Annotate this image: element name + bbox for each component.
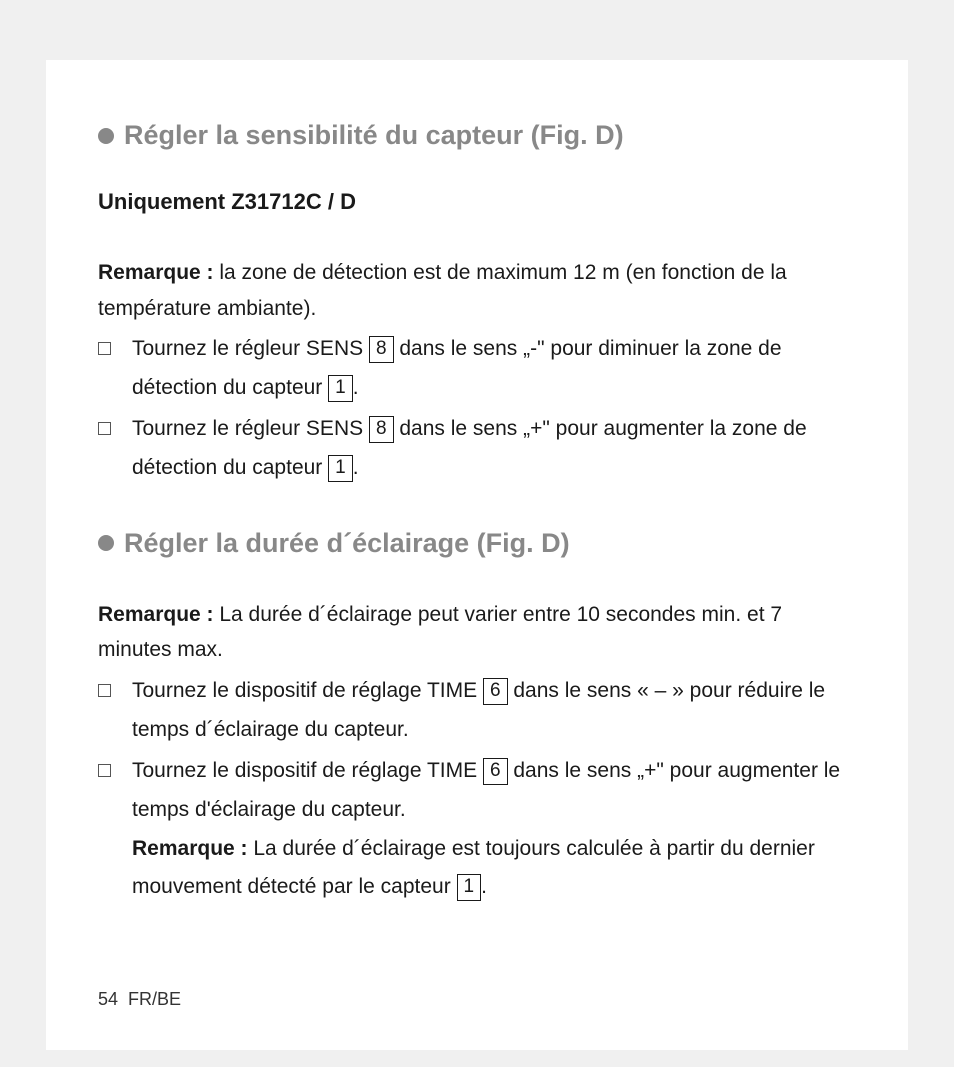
- text-fragment: .: [481, 875, 487, 898]
- reference-number: 6: [483, 758, 508, 785]
- reference-number: 1: [328, 375, 353, 402]
- checkbox-marker: [98, 672, 132, 750]
- text-fragment: Tournez le dispositif de réglage TIME: [132, 679, 483, 702]
- text-fragment: .: [353, 456, 359, 479]
- checkbox-icon: [98, 342, 111, 355]
- reference-number: 8: [369, 336, 394, 363]
- note-label: Remarque :: [98, 261, 214, 284]
- bullet-icon: [98, 128, 114, 144]
- text-fragment: Tournez le régleur SENS: [132, 417, 369, 440]
- reference-number: 1: [457, 874, 482, 901]
- bullet-icon: [98, 535, 114, 551]
- heading-text: Régler la sensibilité du capteur (Fig. D…: [124, 120, 624, 151]
- section-heading-sensitivity: Régler la sensibilité du capteur (Fig. D…: [98, 120, 856, 151]
- checkbox-marker: [98, 752, 132, 907]
- text-fragment: Tournez le régleur SENS: [132, 337, 369, 360]
- instruction-item: Tournez le dispositif de réglage TIME 6 …: [98, 672, 856, 750]
- reference-number: 1: [328, 455, 353, 482]
- note-label: Remarque :: [132, 837, 248, 860]
- instruction-item: Tournez le dispositif de réglage TIME 6 …: [98, 752, 856, 907]
- language-code: FR/BE: [128, 989, 181, 1009]
- section-heading-duration: Régler la durée d´éclairage (Fig. D): [98, 528, 856, 559]
- reference-number: 6: [483, 678, 508, 705]
- page-footer: 54 FR/BE: [98, 989, 181, 1010]
- reference-number: 8: [369, 416, 394, 443]
- note-paragraph: Remarque : la zone de détection est de m…: [98, 255, 856, 326]
- instruction-item: Tournez le régleur SENS 8 dans le sens „…: [98, 410, 856, 488]
- note-paragraph: Remarque : La durée d´éclairage peut var…: [98, 597, 856, 668]
- document-page: Régler la sensibilité du capteur (Fig. D…: [46, 60, 908, 1050]
- subheading-model: Uniquement Z31712C / D: [98, 189, 856, 215]
- text-fragment: Tournez le dispositif de réglage TIME: [132, 759, 483, 782]
- instruction-text: Tournez le régleur SENS 8 dans le sens „…: [132, 330, 856, 408]
- checkbox-marker: [98, 410, 132, 488]
- instruction-text: Tournez le dispositif de réglage TIME 6 …: [132, 752, 856, 907]
- instruction-text: Tournez le régleur SENS 8 dans le sens „…: [132, 410, 856, 488]
- note-label: Remarque :: [98, 603, 214, 626]
- heading-text: Régler la durée d´éclairage (Fig. D): [124, 528, 570, 559]
- instruction-item: Tournez le régleur SENS 8 dans le sens „…: [98, 330, 856, 408]
- checkbox-icon: [98, 764, 111, 777]
- instruction-text: Tournez le dispositif de réglage TIME 6 …: [132, 672, 856, 750]
- text-fragment: .: [353, 376, 359, 399]
- page-number: 54: [98, 989, 118, 1009]
- checkbox-marker: [98, 330, 132, 408]
- checkbox-icon: [98, 422, 111, 435]
- checkbox-icon: [98, 684, 111, 697]
